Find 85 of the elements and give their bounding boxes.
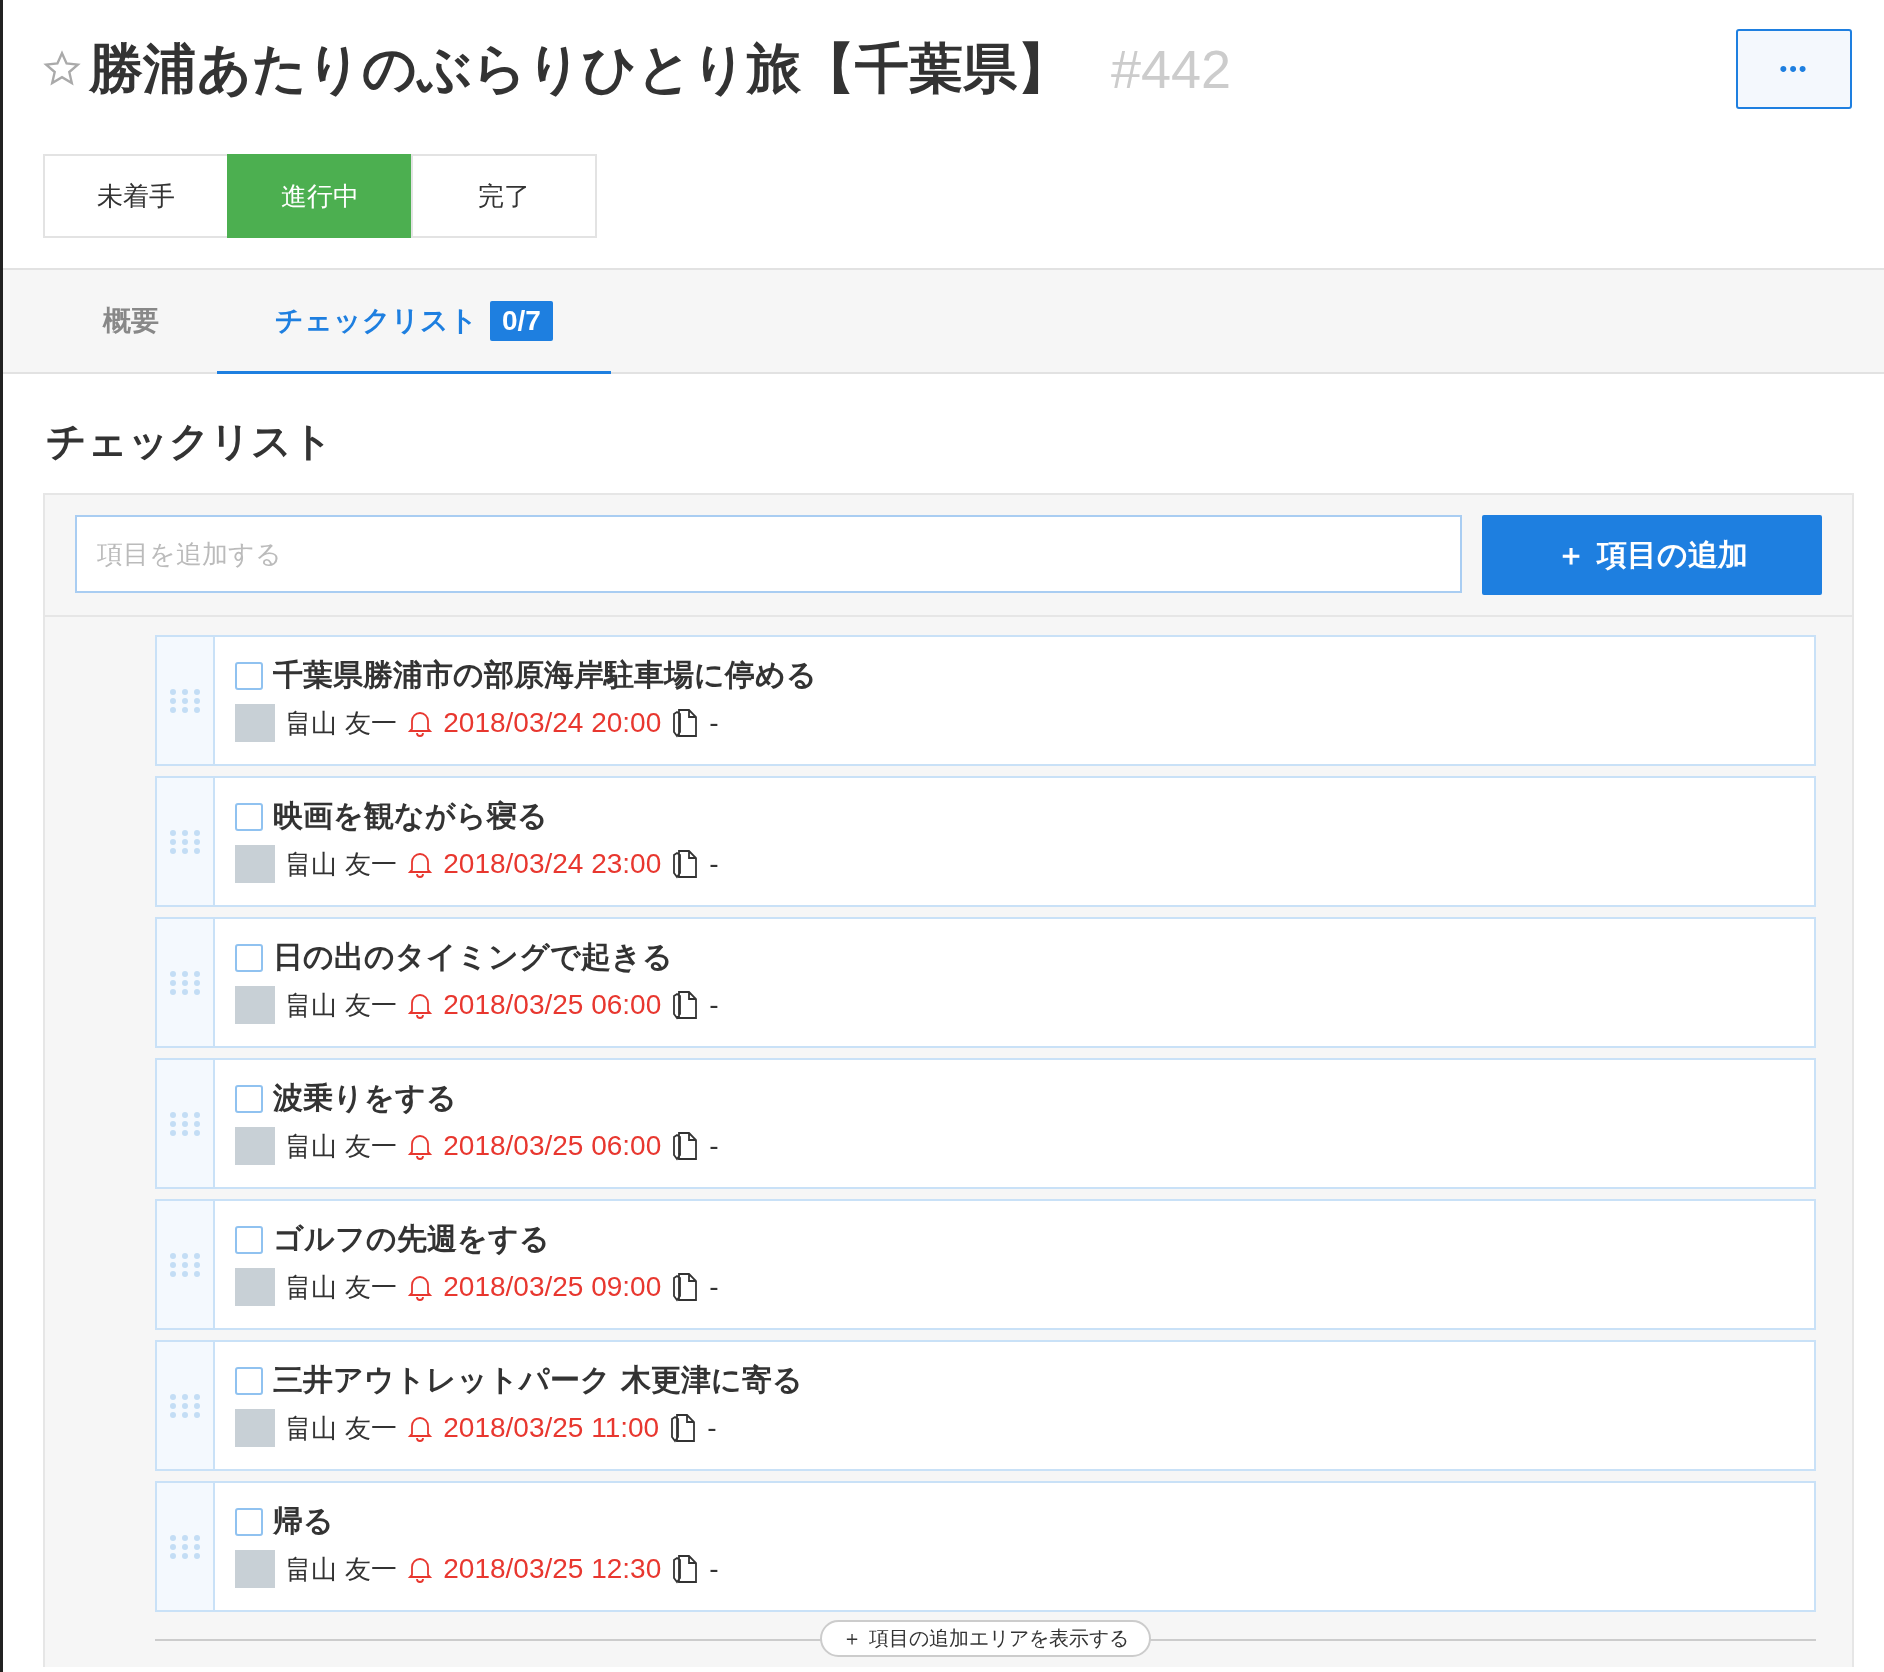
checkbox[interactable] [235,1084,263,1113]
document-icon [671,990,700,1020]
drag-handle[interactable] [157,1060,215,1187]
bell-icon [407,1555,434,1583]
bell-icon [407,1414,434,1442]
document-icon [671,1272,700,1302]
tab-label: チェックリスト [275,302,478,339]
avatar-photo-placeholder [235,1409,275,1447]
document-icon [671,1554,700,1584]
bell-icon [407,709,434,737]
grip-icon [168,1251,202,1278]
avatar-photo-placeholder [235,1550,275,1588]
input-field[interactable]: 項目を追加する [75,515,1462,593]
star-icon[interactable] [43,50,81,88]
add-item-button[interactable]: ＋ 項目の追加 [1482,515,1822,595]
status-button[interactable]: 完了 [411,154,597,238]
assignee-name: 畠山 友一 [285,988,398,1022]
due-date: 2018/03/24 23:00 [443,848,662,880]
avatar-photo-placeholder [235,1127,275,1165]
memo-text: - [709,849,719,879]
section-title: チェックリスト [46,417,334,466]
grip-icon [168,1533,202,1560]
assignee-name: 畠山 友一 [285,1552,398,1586]
grip-icon [168,1392,202,1419]
document-icon [671,849,700,879]
item-title: 三井アウトレットパーク 木更津に寄る [273,1361,804,1399]
assignee-name: 畠山 友一 [285,1129,398,1163]
due-date: 2018/03/25 09:00 [443,1271,662,1303]
assignee-name: 畠山 友一 [285,1270,398,1304]
memo-text: - [709,1272,719,1302]
item-title: ゴルフの先週をする [273,1220,550,1258]
due-date: 2018/03/25 06:00 [443,989,662,1021]
checkbox[interactable] [235,1507,263,1536]
bell-icon [407,991,434,1019]
checkbox[interactable] [235,802,263,831]
item-title: 波乗りをする [273,1079,457,1117]
tab[interactable]: チェックリスト 0/7 [217,270,611,374]
memo-text: - [709,1554,719,1584]
document-icon [669,1413,698,1443]
bell-icon [407,850,434,878]
tab-label: 概要 [103,302,159,339]
checkbox[interactable] [235,943,263,972]
drag-handle[interactable] [157,1342,215,1469]
item-title: 日の出のタイミングで起きる [273,938,673,976]
memo-text: - [709,708,719,738]
drag-handle[interactable] [157,637,215,764]
status-button[interactable]: 進行中 [227,154,413,238]
memo-text: - [709,990,719,1020]
drag-handle[interactable] [157,919,215,1046]
checkbox[interactable] [235,661,263,690]
document-icon [671,708,700,738]
drag-handle[interactable] [157,1201,215,1328]
due-date: 2018/03/25 06:00 [443,1130,662,1162]
tab[interactable]: 概要 [63,270,217,374]
drag-handle[interactable] [157,778,215,905]
document-icon [671,1131,700,1161]
show-add-area-button[interactable]: ＋ 項目の追加エリアを表示する [820,1620,1151,1657]
page-title: 勝浦あたりのぶらりひとり旅【千葉県】 [89,35,1071,102]
assignee-name: 畠山 友一 [285,706,398,740]
memo-text: - [709,1131,719,1161]
grip-icon [168,969,202,996]
count-badge: 0/7 [490,300,553,341]
more-button[interactable]: ••• [1736,29,1852,109]
memo-text: - [707,1413,717,1443]
item-title: 映画を観ながら寝る [273,797,548,835]
bell-icon [407,1273,434,1301]
due-date: 2018/03/25 12:30 [443,1553,662,1585]
due-date: 2018/03/25 11:00 [443,1412,660,1444]
grip-icon [168,687,202,714]
avatar-photo-placeholder [235,1268,275,1306]
avatar-photo-placeholder [235,845,275,883]
checkbox[interactable] [235,1225,263,1254]
checkbox[interactable] [235,1366,263,1395]
avatar-photo-placeholder [235,986,275,1024]
item-title: 千葉県勝浦市の部原海岸駐車場に停める [273,656,817,694]
grip-icon [168,828,202,855]
avatar-photo-placeholder [235,704,275,742]
due-date: 2018/03/24 20:00 [443,707,662,739]
assignee-name: 畠山 友一 [285,1411,398,1445]
grip-icon [168,1110,202,1137]
assignee-name: 畠山 友一 [285,847,398,881]
status-button[interactable]: 未着手 [43,154,229,238]
item-title: 帰る [273,1502,334,1540]
drag-handle[interactable] [157,1483,215,1610]
bell-icon [407,1132,434,1160]
